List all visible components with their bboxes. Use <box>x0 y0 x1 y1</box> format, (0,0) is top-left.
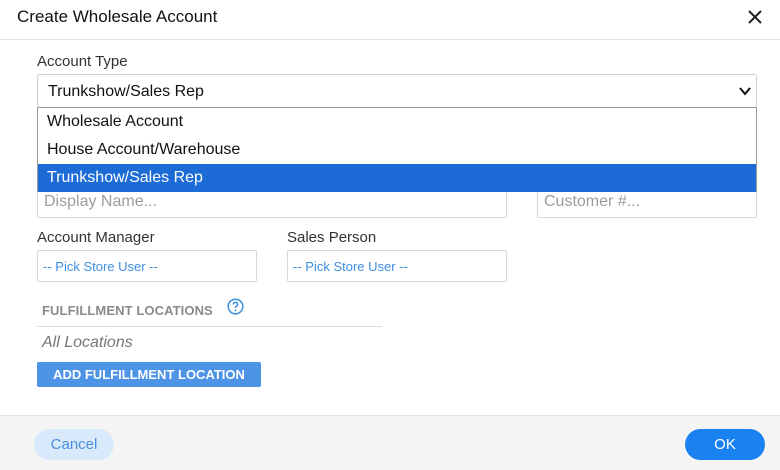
display-name-placeholder: Display Name... <box>44 193 157 210</box>
fulfillment-locations-title: FULFILLMENT LOCATIONS <box>42 303 213 318</box>
dialog-footer: Cancel OK <box>0 415 780 470</box>
sales-person-picker[interactable]: -- Pick Store User -- <box>287 250 507 282</box>
sales-person-label: Sales Person <box>287 229 377 246</box>
option-wholesale-account[interactable]: Wholesale Account <box>38 108 756 136</box>
help-circle-icon[interactable] <box>227 298 244 315</box>
close-icon[interactable] <box>744 6 766 28</box>
account-type-value: Trunkshow/Sales Rep <box>48 83 204 100</box>
account-type-select[interactable]: Trunkshow/Sales Rep <box>37 74 757 108</box>
option-trunkshow-sales-rep[interactable]: Trunkshow/Sales Rep <box>38 164 756 192</box>
chevron-down-icon <box>739 87 751 96</box>
account-manager-label: Account Manager <box>37 229 155 246</box>
dialog-title: Create Wholesale Account <box>17 7 218 26</box>
dialog-header: Create Wholesale Account <box>0 0 780 40</box>
create-account-dialog: Create Wholesale Account Account Type Tr… <box>0 0 780 470</box>
account-manager-placeholder: -- Pick Store User -- <box>43 259 158 274</box>
cancel-button[interactable]: Cancel <box>34 429 114 460</box>
option-house-account[interactable]: House Account/Warehouse <box>38 136 756 164</box>
sales-person-placeholder: -- Pick Store User -- <box>293 259 408 274</box>
ok-button[interactable]: OK <box>685 429 765 460</box>
add-fulfillment-location-button[interactable]: ADD FULFILLMENT LOCATION <box>37 362 261 387</box>
account-type-dropdown: Wholesale Account House Account/Warehous… <box>37 107 757 192</box>
account-type-label: Account Type <box>37 53 128 70</box>
customer-number-placeholder: Customer #... <box>544 193 641 210</box>
account-manager-picker[interactable]: -- Pick Store User -- <box>37 250 257 282</box>
section-divider <box>37 326 382 327</box>
all-locations-text: All Locations <box>42 334 133 351</box>
